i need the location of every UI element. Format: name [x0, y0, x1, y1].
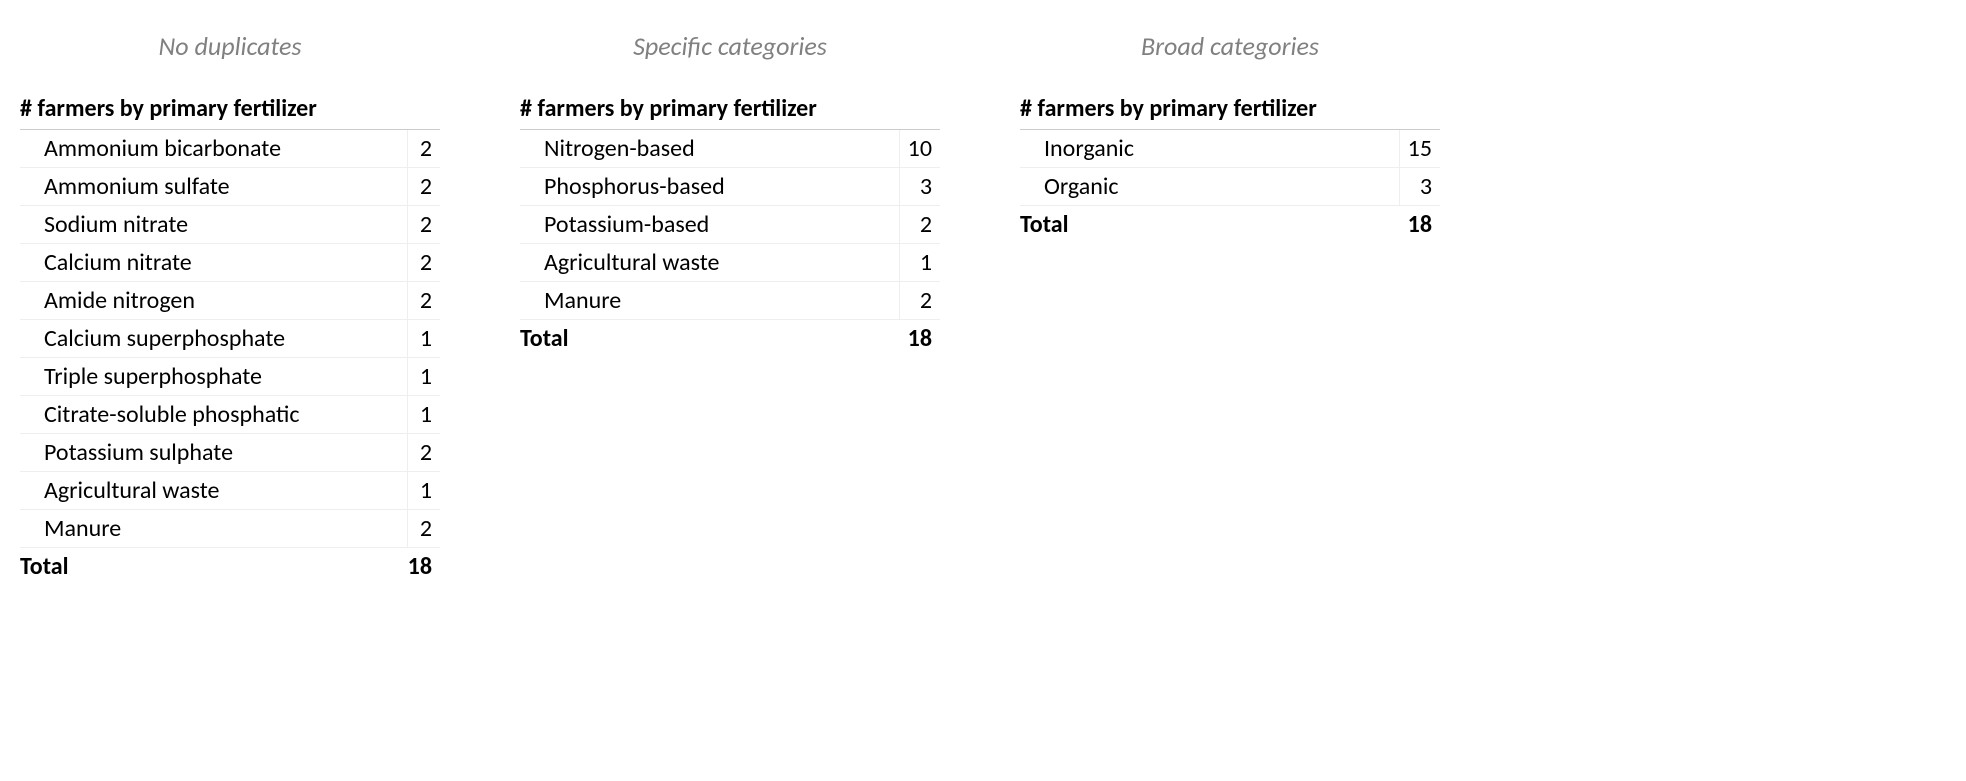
- table-caption: No duplicates: [159, 30, 302, 62]
- total-label: Total: [520, 320, 899, 358]
- row-value: 3: [899, 168, 940, 206]
- table-title: # farmers by primary fertilizer: [1020, 90, 1440, 130]
- table-title: # farmers by primary fertilizer: [520, 90, 940, 130]
- row-label: Triple superphosphate: [20, 358, 408, 396]
- data-table: # farmers by primary fertilizerNitrogen-…: [520, 90, 940, 357]
- table-row: Phosphorus-based3: [520, 168, 940, 206]
- table-row: Triple superphosphate1: [20, 358, 440, 396]
- row-label: Phosphorus-based: [520, 168, 899, 206]
- row-value: 1: [408, 396, 440, 434]
- row-label: Amide nitrogen: [20, 282, 408, 320]
- table-row: Agricultural waste1: [20, 472, 440, 510]
- row-label: Organic: [1020, 168, 1399, 206]
- row-value: 2: [408, 168, 440, 206]
- row-value: 1: [408, 320, 440, 358]
- row-label: Ammonium sulfate: [20, 168, 408, 206]
- row-label: Manure: [20, 510, 408, 548]
- row-label: Potassium-based: [520, 206, 899, 244]
- table-row: Calcium nitrate2: [20, 244, 440, 282]
- table-row: Sodium nitrate2: [20, 206, 440, 244]
- data-table: # farmers by primary fertilizerInorganic…: [1020, 90, 1440, 243]
- total-value: 18: [899, 320, 940, 358]
- table-block: No duplicates # farmers by primary fertil…: [20, 30, 440, 585]
- table-row: Manure2: [520, 282, 940, 320]
- row-label: Calcium nitrate: [20, 244, 408, 282]
- row-label: Potassium sulphate: [20, 434, 408, 472]
- total-row: Total18: [20, 548, 440, 586]
- row-value: 2: [408, 206, 440, 244]
- table-row: Citrate-soluble phosphatic1: [20, 396, 440, 434]
- table-row: Potassium-based2: [520, 206, 940, 244]
- total-value: 18: [1399, 206, 1440, 244]
- table-row: Potassium sulphate2: [20, 434, 440, 472]
- total-label: Total: [20, 548, 408, 586]
- data-table: # farmers by primary fertilizerAmmonium …: [20, 90, 440, 585]
- table-row: Agricultural waste1: [520, 244, 940, 282]
- row-label: Agricultural waste: [520, 244, 899, 282]
- row-value: 2: [899, 206, 940, 244]
- table-row: Ammonium bicarbonate2: [20, 130, 440, 168]
- table-row: Amide nitrogen2: [20, 282, 440, 320]
- table-caption: Specific categories: [633, 30, 827, 62]
- table-row: Ammonium sulfate2: [20, 168, 440, 206]
- row-value: 3: [1399, 168, 1440, 206]
- tables-container: No duplicates # farmers by primary fertil…: [20, 30, 1946, 585]
- row-label: Citrate-soluble phosphatic: [20, 396, 408, 434]
- row-label: Agricultural waste: [20, 472, 408, 510]
- row-value: 2: [408, 510, 440, 548]
- row-label: Sodium nitrate: [20, 206, 408, 244]
- table-row: Organic3: [1020, 168, 1440, 206]
- total-value: 18: [408, 548, 440, 586]
- row-value: 2: [408, 244, 440, 282]
- table-caption: Broad categories: [1141, 30, 1319, 62]
- table-row: Calcium superphosphate1: [20, 320, 440, 358]
- row-value: 2: [408, 282, 440, 320]
- table-block: Broad categories # farmers by primary fer…: [1020, 30, 1440, 243]
- row-value: 15: [1399, 130, 1440, 168]
- row-value: 10: [899, 130, 940, 168]
- total-label: Total: [1020, 206, 1399, 244]
- row-value: 2: [408, 434, 440, 472]
- row-value: 1: [408, 358, 440, 396]
- row-label: Inorganic: [1020, 130, 1399, 168]
- row-value: 2: [408, 130, 440, 168]
- table-row: Nitrogen-based10: [520, 130, 940, 168]
- total-row: Total18: [1020, 206, 1440, 244]
- row-label: Ammonium bicarbonate: [20, 130, 408, 168]
- table-title: # farmers by primary fertilizer: [20, 90, 440, 130]
- row-label: Manure: [520, 282, 899, 320]
- total-row: Total18: [520, 320, 940, 358]
- row-value: 1: [899, 244, 940, 282]
- table-block: Specific categories # farmers by primary …: [520, 30, 940, 357]
- row-label: Nitrogen-based: [520, 130, 899, 168]
- row-value: 1: [408, 472, 440, 510]
- row-value: 2: [899, 282, 940, 320]
- table-row: Manure2: [20, 510, 440, 548]
- table-row: Inorganic15: [1020, 130, 1440, 168]
- row-label: Calcium superphosphate: [20, 320, 408, 358]
